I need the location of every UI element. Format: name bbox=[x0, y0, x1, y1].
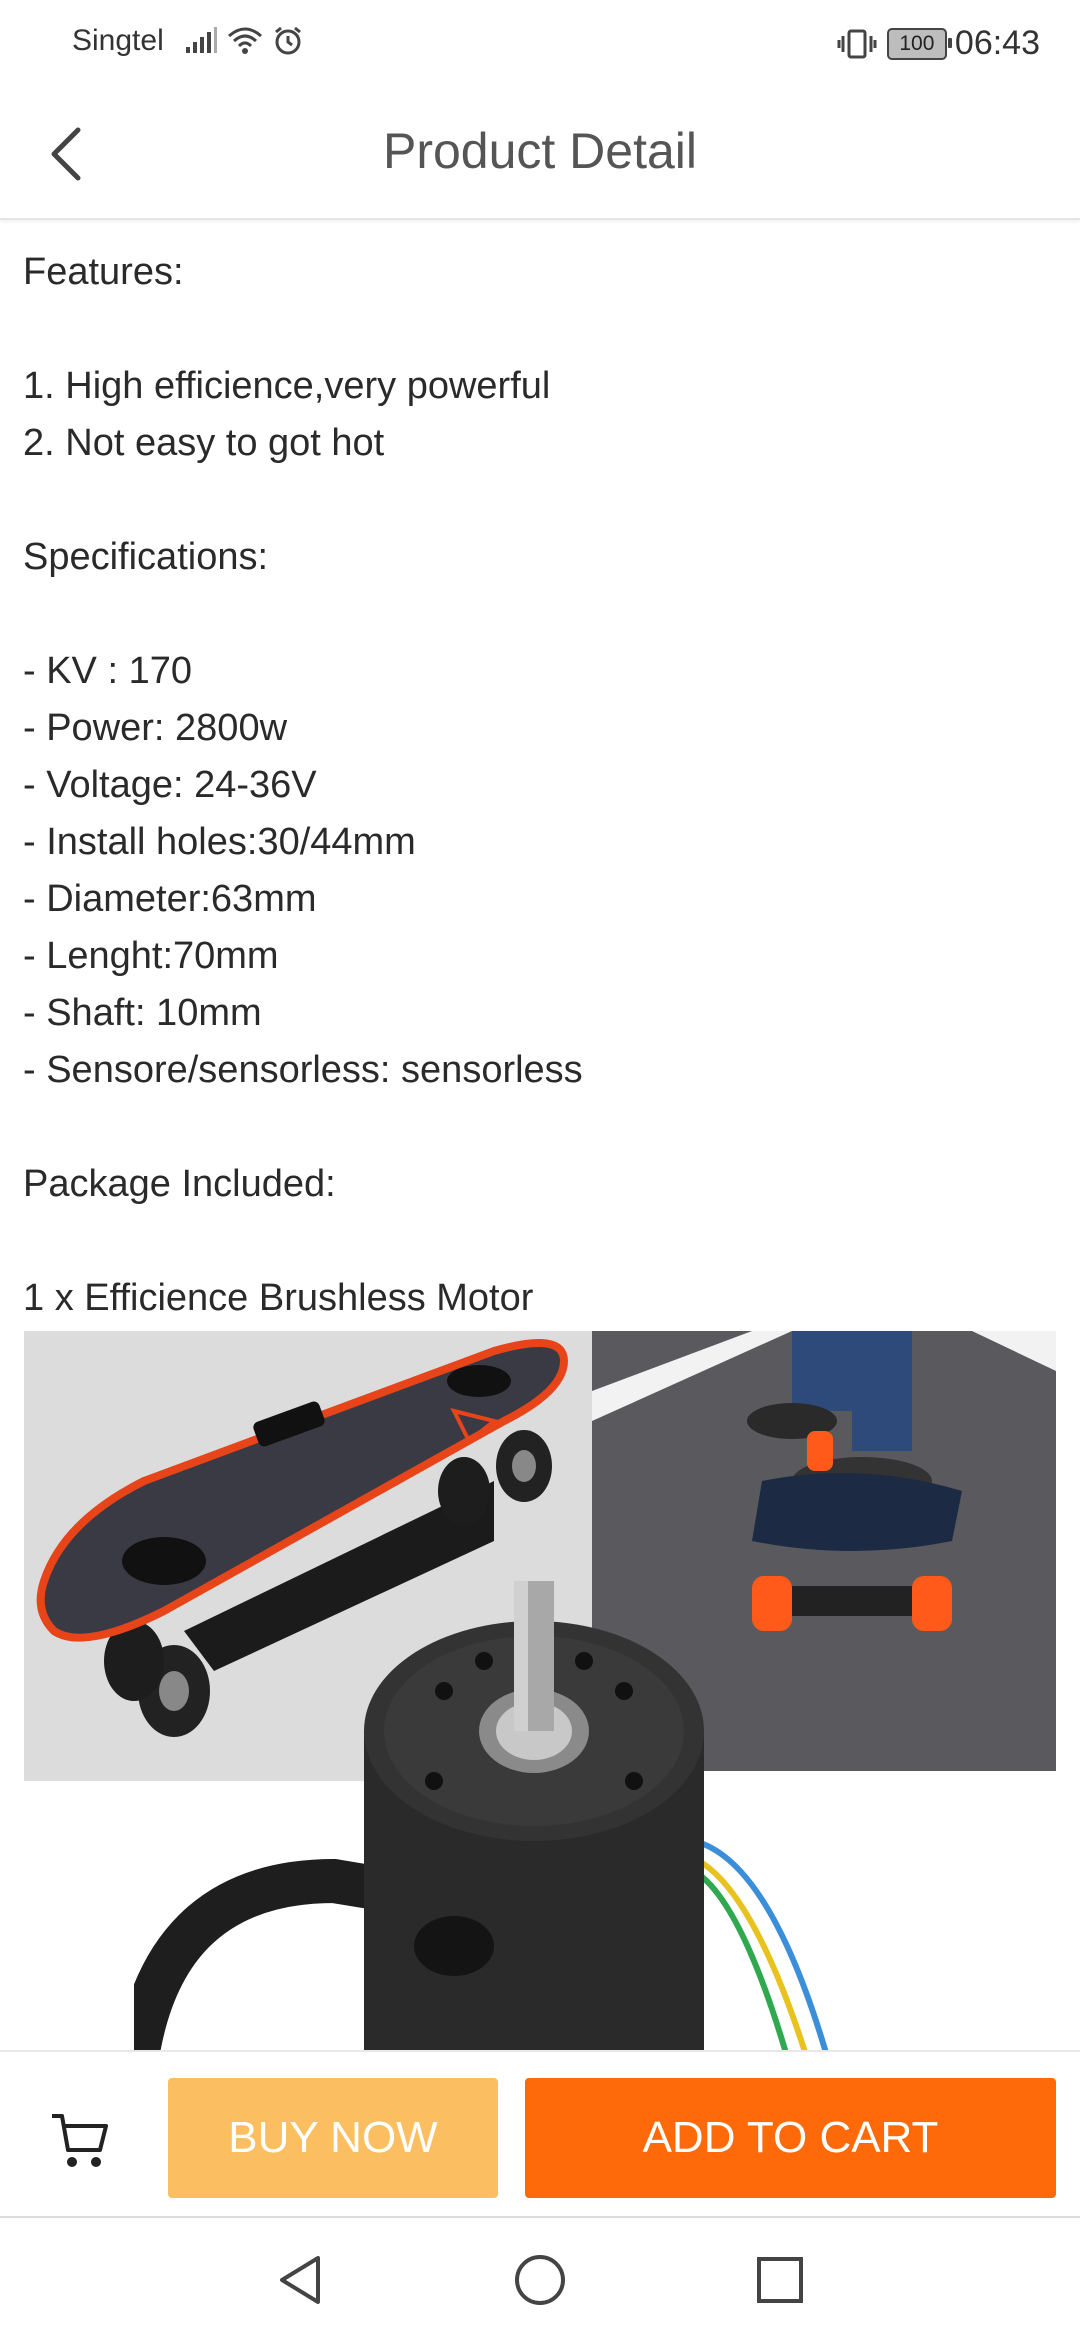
product-description: Features: 1. High efficience,very powerf… bbox=[23, 244, 1053, 1327]
clock-time: 06:43 bbox=[954, 24, 1040, 62]
spec-item: - Install holes:30/44mm bbox=[23, 821, 416, 863]
nav-back-button[interactable] bbox=[264, 2244, 336, 2316]
app-header: Product Detail bbox=[0, 92, 1080, 220]
alarm-icon bbox=[274, 26, 301, 55]
status-right: 100 06:43 bbox=[837, 24, 1040, 63]
spec-item: - Power: 2800w bbox=[23, 707, 288, 749]
add-to-cart-button[interactable]: ADD TO CART bbox=[525, 2078, 1056, 2198]
product-image-gallery[interactable] bbox=[24, 1331, 1056, 2050]
spec-item: - Voltage: 24-36V bbox=[23, 764, 317, 806]
cart-button[interactable] bbox=[40, 2100, 120, 2180]
spec-item: - Shaft: 10mm bbox=[23, 992, 262, 1034]
spec-item: - Diameter:63mm bbox=[23, 878, 317, 920]
nav-recents-button[interactable] bbox=[744, 2244, 816, 2316]
signal-icon bbox=[185, 27, 217, 53]
recents-square-icon bbox=[757, 2257, 803, 2303]
bottom-action-bar: BUY NOW ADD TO CART bbox=[0, 2050, 1080, 2218]
product-detail-content[interactable]: Features: 1. High efficience,very powerf… bbox=[0, 220, 1080, 2050]
wifi-icon bbox=[227, 27, 262, 54]
features-heading: Features: bbox=[23, 251, 184, 293]
battery-icon: 100 bbox=[886, 27, 952, 60]
package-item: 1 x Efficience Brushless Motor bbox=[23, 1277, 534, 1319]
vibrate-icon bbox=[837, 29, 877, 58]
spec-item: - KV : 170 bbox=[23, 650, 192, 692]
specs-heading: Specifications: bbox=[23, 536, 269, 578]
back-triangle-icon bbox=[280, 2256, 320, 2304]
status-left: Singtel bbox=[72, 24, 312, 58]
brushless-motor-photo bbox=[134, 1581, 1034, 2050]
spec-item: - Sensore/sensorless: sensorless bbox=[23, 1049, 583, 1091]
carrier-name: Singtel bbox=[72, 24, 164, 57]
feature-item: 2. Not easy to got hot bbox=[23, 422, 385, 464]
nav-home-button[interactable] bbox=[504, 2244, 576, 2316]
cart-icon bbox=[52, 2114, 108, 2167]
page-title: Product Detail bbox=[382, 123, 698, 179]
buy-now-button[interactable]: BUY NOW bbox=[168, 2078, 498, 2198]
home-circle-icon bbox=[515, 2255, 565, 2305]
package-heading: Package Included: bbox=[23, 1163, 336, 1205]
spec-item: - Lenght:70mm bbox=[23, 935, 279, 977]
feature-item: 1. High efficience,very powerful bbox=[23, 365, 551, 407]
system-nav-bar bbox=[0, 2216, 1080, 2342]
status-bar: Singtel 100 06:43 bbox=[0, 0, 1080, 92]
